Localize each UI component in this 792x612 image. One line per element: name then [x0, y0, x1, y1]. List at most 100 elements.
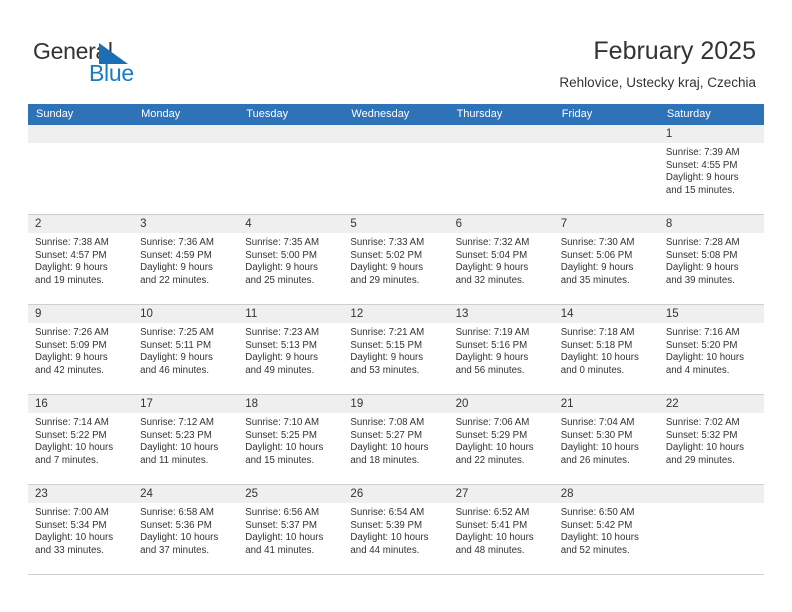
day-info-sunset: Sunset: 5:11 PM — [140, 339, 212, 351]
day-sun-info: Sunrise: 7:36 AM Sunset: 4:59 PM Daylight:… — [133, 233, 238, 287]
day-sun-info: Sunrise: 7:10 AM Sunset: 5:25 PM Daylight:… — [238, 413, 343, 467]
day-number — [133, 125, 239, 143]
day-info-sunset: Sunset: 5:42 PM — [560, 519, 633, 531]
day-sun-info — [343, 143, 448, 147]
day-cell[interactable]: 8 Sunrise: 7:28 AM Sunset: 5:08 PM Daylight… — [658, 215, 764, 304]
calendar-week-row: 9 Sunrise: 7:26 AM Sunset: 5:09 PM Daylight… — [28, 305, 764, 395]
day-sun-info — [449, 143, 554, 147]
day-cell[interactable]: 28 Sunrise: 6:50 AM Sunset: 5:42 PM Dayligh… — [553, 485, 659, 574]
day-cell[interactable]: 13 Sunrise: 7:19 AM Sunset: 5:16 PM Dayligh… — [448, 305, 554, 394]
day-number: 13 — [448, 305, 554, 323]
weekday-header-sunday: Sunday — [36, 108, 74, 120]
day-cell[interactable]: 25 Sunrise: 6:56 AM Sunset: 5:37 PM Dayligh… — [238, 485, 344, 574]
day-info-daylight1: Daylight: 9 hours — [455, 352, 529, 364]
day-sun-info: Sunrise: 7:28 AM Sunset: 5:08 PM Daylight:… — [659, 233, 764, 287]
day-info-sunrise: Sunrise: 7:16 AM — [665, 327, 740, 338]
day-sun-info: Sunrise: 6:54 AM Sunset: 5:39 PM Daylight:… — [343, 503, 448, 557]
day-info-sunrise: Sunrise: 6:56 AM — [245, 507, 320, 518]
day-number: 23 — [28, 485, 134, 503]
day-info-daylight2: and 7 minutes. — [35, 454, 99, 466]
day-cell[interactable]: 14 Sunrise: 7:18 AM Sunset: 5:18 PM Dayligh… — [553, 305, 659, 394]
day-cell[interactable]: 1 Sunrise: 7:39 AM Sunset: 4:55 PM Daylight… — [658, 125, 764, 214]
day-sun-info — [659, 503, 764, 507]
day-info-sunset: Sunset: 5:04 PM — [455, 249, 528, 261]
day-cell[interactable]: 2 Sunrise: 7:38 AM Sunset: 4:57 PM Daylight… — [28, 215, 134, 304]
weekday-header-saturday: Saturday — [666, 108, 711, 120]
day-cell[interactable]: 19 Sunrise: 7:08 AM Sunset: 5:27 PM Dayligh… — [343, 395, 449, 484]
day-cell[interactable]: 21 Sunrise: 7:04 AM Sunset: 5:30 PM Dayligh… — [553, 395, 659, 484]
day-info-sunrise: Sunrise: 7:12 AM — [140, 417, 214, 428]
day-cell[interactable]: 22 Sunrise: 7:02 AM Sunset: 5:32 PM Dayligh… — [658, 395, 764, 484]
day-cell[interactable]: 4 Sunrise: 7:35 AM Sunset: 5:00 PM Daylight… — [238, 215, 344, 304]
weekday-header-friday: Friday — [561, 108, 593, 120]
day-info-sunrise: Sunrise: 7:04 AM — [560, 417, 635, 428]
day-cell[interactable]: 26 Sunrise: 6:54 AM Sunset: 5:39 PM Dayligh… — [343, 485, 449, 574]
day-info-sunset: Sunset: 4:57 PM — [35, 249, 107, 261]
day-sun-info: Sunrise: 7:39 AM Sunset: 4:55 PM Daylight:… — [659, 143, 764, 197]
day-cell-empty — [28, 125, 134, 214]
weekday-header-thursday: Thursday — [456, 108, 503, 120]
day-info-sunrise: Sunrise: 7:32 AM — [455, 237, 530, 248]
day-info-sunset: Sunset: 4:59 PM — [140, 249, 212, 261]
calendar-weeks: 1 Sunrise: 7:39 AM Sunset: 4:55 PM Daylight… — [28, 125, 764, 575]
day-cell[interactable]: 7 Sunrise: 7:30 AM Sunset: 5:06 PM Daylight… — [553, 215, 659, 304]
day-cell[interactable]: 15 Sunrise: 7:16 AM Sunset: 5:20 PM Dayligh… — [658, 305, 764, 394]
day-info-sunset: Sunset: 5:08 PM — [665, 249, 738, 261]
title-block: February 2025 Rehlovice, Ustecky kraj, C… — [559, 36, 756, 91]
day-info-daylight2: and 22 minutes. — [140, 274, 210, 286]
day-info-daylight1: Daylight: 10 hours — [350, 442, 429, 454]
day-sun-info: Sunrise: 7:04 AM Sunset: 5:30 PM Daylight:… — [554, 413, 659, 467]
day-cell[interactable]: 9 Sunrise: 7:26 AM Sunset: 5:09 PM Daylight… — [28, 305, 134, 394]
day-sun-info: Sunrise: 7:26 AM Sunset: 5:09 PM Daylight:… — [28, 323, 133, 377]
day-info-sunset: Sunset: 5:30 PM — [560, 429, 633, 441]
day-sun-info: Sunrise: 7:08 AM Sunset: 5:27 PM Daylight:… — [343, 413, 448, 467]
general-blue-logo[interactable]: General Blue — [33, 38, 233, 88]
day-info-daylight2: and 52 minutes. — [560, 544, 630, 556]
day-cell[interactable]: 27 Sunrise: 6:52 AM Sunset: 5:41 PM Dayligh… — [448, 485, 554, 574]
day-info-daylight2: and 42 minutes. — [35, 364, 104, 376]
day-cell[interactable]: 24 Sunrise: 6:58 AM Sunset: 5:36 PM Dayligh… — [133, 485, 239, 574]
day-number: 21 — [553, 395, 659, 413]
day-cell[interactable]: 17 Sunrise: 7:12 AM Sunset: 5:23 PM Dayligh… — [133, 395, 239, 484]
day-info-daylight1: Daylight: 10 hours — [455, 532, 534, 544]
day-cell[interactable]: 23 Sunrise: 7:00 AM Sunset: 5:34 PM Dayligh… — [28, 485, 134, 574]
day-sun-info: Sunrise: 6:50 AM Sunset: 5:42 PM Daylight:… — [554, 503, 659, 557]
day-info-daylight1: Daylight: 9 hours — [665, 172, 739, 184]
day-info-daylight2: and 18 minutes. — [350, 454, 420, 466]
day-info-sunrise: Sunrise: 7:19 AM — [455, 327, 530, 338]
day-info-daylight2: and 53 minutes. — [350, 364, 420, 376]
day-cell[interactable]: 10 Sunrise: 7:25 AM Sunset: 5:11 PM Dayligh… — [133, 305, 239, 394]
day-cell[interactable]: 20 Sunrise: 7:06 AM Sunset: 5:29 PM Dayligh… — [448, 395, 554, 484]
day-info-sunset: Sunset: 5:29 PM — [455, 429, 528, 441]
day-number: 11 — [238, 305, 344, 323]
day-number: 25 — [238, 485, 344, 503]
day-cell[interactable]: 11 Sunrise: 7:23 AM Sunset: 5:13 PM Dayligh… — [238, 305, 344, 394]
day-number: 5 — [343, 215, 449, 233]
day-info-daylight1: Daylight: 10 hours — [35, 442, 114, 454]
day-info-daylight1: Daylight: 10 hours — [560, 532, 639, 544]
day-cell[interactable]: 18 Sunrise: 7:10 AM Sunset: 5:25 PM Dayligh… — [238, 395, 344, 484]
day-info-daylight1: Daylight: 9 hours — [140, 262, 213, 274]
day-sun-info: Sunrise: 7:35 AM Sunset: 5:00 PM Daylight:… — [238, 233, 343, 287]
day-sun-info — [554, 143, 659, 147]
day-cell[interactable]: 3 Sunrise: 7:36 AM Sunset: 4:59 PM Daylight… — [133, 215, 239, 304]
day-info-daylight1: Daylight: 10 hours — [245, 442, 324, 454]
day-info-sunrise: Sunrise: 7:30 AM — [560, 237, 635, 248]
day-info-daylight1: Daylight: 9 hours — [35, 352, 108, 364]
day-info-daylight1: Daylight: 9 hours — [245, 352, 318, 364]
day-info-sunset: Sunset: 5:02 PM — [350, 249, 423, 261]
day-number: 7 — [553, 215, 659, 233]
day-info-daylight2: and 29 minutes. — [350, 274, 420, 286]
day-cell[interactable]: 6 Sunrise: 7:32 AM Sunset: 5:04 PM Daylight… — [448, 215, 554, 304]
day-cell[interactable]: 16 Sunrise: 7:14 AM Sunset: 5:22 PM Dayligh… — [28, 395, 134, 484]
day-info-sunset: Sunset: 5:16 PM — [455, 339, 528, 351]
calendar-week-row: 1 Sunrise: 7:39 AM Sunset: 4:55 PM Daylight… — [28, 125, 764, 215]
day-cell-empty — [658, 485, 764, 574]
day-info-sunset: Sunset: 4:55 PM — [665, 159, 738, 171]
day-info-sunrise: Sunrise: 7:38 AM — [35, 237, 109, 248]
day-cell[interactable]: 5 Sunrise: 7:33 AM Sunset: 5:02 PM Daylight… — [343, 215, 449, 304]
day-cell[interactable]: 12 Sunrise: 7:21 AM Sunset: 5:15 PM Dayligh… — [343, 305, 449, 394]
day-info-daylight2: and 19 minutes. — [35, 274, 104, 286]
page-subtitle-location: Rehlovice, Ustecky kraj, Czechia — [559, 75, 756, 90]
day-info-sunrise: Sunrise: 7:33 AM — [350, 237, 425, 248]
